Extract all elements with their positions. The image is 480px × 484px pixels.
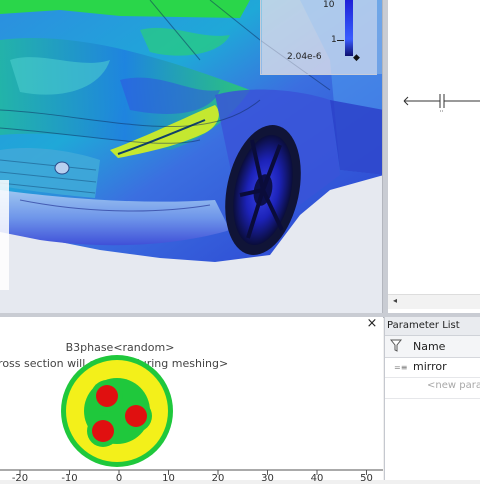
x-tick-label: 40 (310, 473, 324, 484)
x-tick-label: -20 (11, 473, 29, 484)
legend-tick (337, 40, 344, 41)
x-tick-label: 20 (211, 473, 225, 484)
x-tick-label: 30 (261, 473, 274, 484)
parameter-icon: =≡ (394, 363, 408, 372)
parameter-list-panel: Parameter List Name =≡ mirror <new para (384, 317, 480, 480)
legend-color-bar (345, 0, 353, 56)
x-tick-label: 10 (162, 473, 175, 484)
filter-icon[interactable] (390, 339, 402, 352)
scroll-left-icon[interactable]: ◂ (393, 296, 397, 305)
new-parameter-row[interactable]: <new para (385, 378, 480, 399)
x-tick-label: 50 (360, 473, 373, 484)
parameter-name: mirror (413, 360, 447, 373)
legend-marker-icon: ◆ (353, 53, 360, 63)
parameter-row[interactable]: =≡ mirror (385, 357, 480, 378)
panel-title: Parameter List (387, 320, 460, 331)
schematic-view[interactable]: ◂ (388, 0, 480, 313)
cable-cross-section (0, 355, 383, 475)
capacitor-symbol (403, 94, 480, 112)
legend-mid-value: 1 (331, 35, 337, 45)
cross-section-panel: × B3phase<random> cross section will cha… (0, 316, 383, 484)
x-tick-label: 0 (115, 473, 123, 484)
legend-max-value: 10 (323, 0, 335, 10)
name-column-header[interactable]: Name (413, 340, 445, 353)
column-header: Name (385, 336, 480, 358)
conductor-1 (96, 385, 118, 407)
field-viewport[interactable]: 10 1 2.04e-6 ◆ (0, 0, 384, 313)
color-legend: 10 1 2.04e-6 ◆ (260, 0, 377, 75)
legend-min-value: 2.04e-6 (287, 52, 322, 62)
conductor-3 (92, 420, 114, 442)
x-tick-label: -10 (61, 473, 78, 484)
new-parameter-placeholder[interactable]: <new para (427, 380, 480, 391)
conductor-2 (125, 405, 147, 427)
parameter-list-header: Parameter List (385, 317, 480, 336)
schematic-hscrollbar[interactable]: ◂ (388, 294, 480, 309)
